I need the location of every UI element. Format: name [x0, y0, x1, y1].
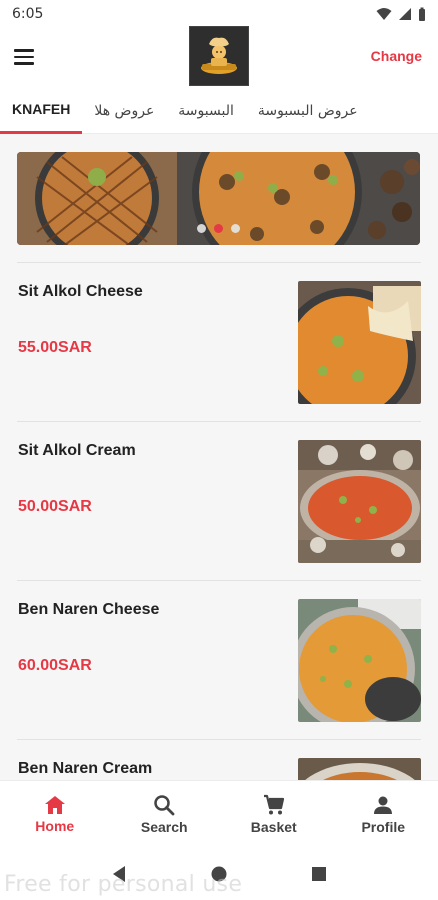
battery-icon	[419, 7, 425, 21]
status-bar: 6:05	[0, 0, 438, 28]
tab-knafeh[interactable]: KNAFEH	[0, 88, 83, 134]
product-price: 60.00SAR	[18, 657, 92, 674]
nav-basket-label: Basket	[250, 819, 297, 835]
brand-logo	[189, 26, 249, 86]
nav-home-label: Home	[35, 818, 75, 834]
product-item[interactable]: Ben Naren Cheese 60.00SAR	[0, 581, 438, 739]
product-name: Ben Naren Cheese	[18, 601, 160, 618]
cart-icon	[263, 794, 284, 815]
tab-hala-offers[interactable]: عروض هلا	[82, 88, 166, 134]
menu-icon-line	[14, 49, 34, 52]
carousel-indicators	[17, 224, 420, 233]
product-name: Sit Alkol Cheese	[18, 283, 143, 300]
nav-profile[interactable]: Profile	[329, 781, 438, 848]
change-button[interactable]: Change	[371, 48, 422, 64]
chef-logo-icon	[201, 37, 237, 74]
nav-search[interactable]: Search	[110, 781, 220, 848]
product-item[interactable]: Sit Alkol Cheese 55.00SAR	[0, 263, 438, 421]
menu-icon-line	[14, 62, 34, 65]
status-time: 6:05	[12, 6, 44, 22]
search-icon	[154, 795, 175, 816]
person-icon	[374, 796, 393, 814]
product-price: 55.00SAR	[18, 339, 92, 356]
signal-icon	[399, 8, 411, 20]
tab-basbousa-offers[interactable]: عروض البسبوسة	[246, 88, 370, 134]
carousel-dot-active[interactable]	[214, 224, 223, 233]
bottom-navigation: Home Search Basket Profile	[0, 780, 438, 848]
nav-home[interactable]: Home	[0, 781, 110, 848]
product-price: 50.00SAR	[18, 498, 92, 515]
nav-search-label: Search	[140, 819, 188, 835]
carousel-dot[interactable]	[231, 224, 240, 233]
nav-profile-label: Profile	[361, 819, 406, 835]
watermark: Free for personal use	[4, 872, 243, 897]
wifi-icon	[376, 8, 392, 20]
status-icons	[376, 7, 426, 21]
category-tabs: KNAFEH عروض هلا البسبوسة عروض البسبوسة	[0, 88, 438, 134]
product-name: Ben Naren Cream	[18, 760, 153, 777]
product-image	[298, 440, 421, 563]
promo-banner[interactable]	[17, 152, 420, 245]
tab-basbousa[interactable]: البسبوسة	[166, 88, 246, 134]
app-header: Change	[0, 26, 438, 88]
product-image	[298, 599, 421, 722]
home-icon	[44, 796, 65, 814]
carousel-dot[interactable]	[197, 224, 206, 233]
product-item[interactable]: Ben Naren Cream	[0, 740, 438, 780]
menu-button[interactable]	[14, 44, 40, 70]
recents-icon[interactable]	[311, 866, 327, 882]
product-item[interactable]: Sit Alkol Cream 50.00SAR	[0, 422, 438, 580]
nav-basket[interactable]: Basket	[219, 781, 329, 848]
product-list[interactable]: Sit Alkol Cheese 55.00SAR Sit Alkol Crea…	[0, 134, 438, 780]
product-image	[298, 758, 421, 780]
product-image	[298, 281, 421, 404]
menu-icon-line	[14, 55, 34, 59]
product-name: Sit Alkol Cream	[18, 442, 136, 459]
